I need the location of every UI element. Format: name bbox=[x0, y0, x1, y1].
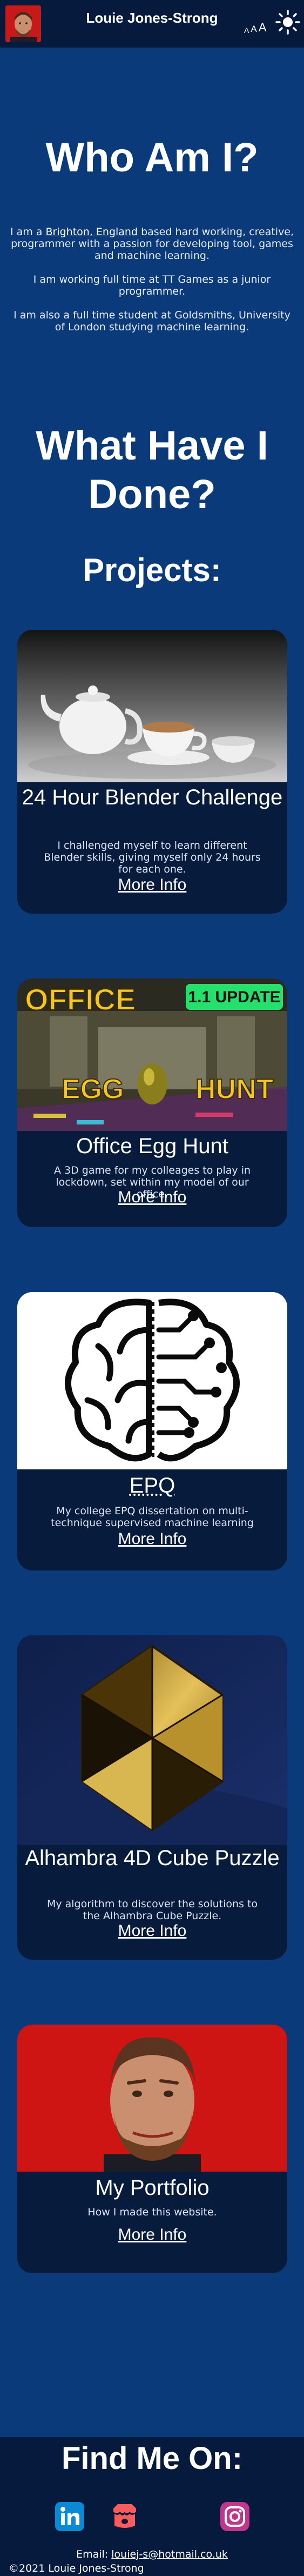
intro-paragraph-3: I am also a full time student at Goldsmi… bbox=[13, 309, 291, 333]
project-card-blender[interactable]: 24 Hour Blender Challenge I challenged m… bbox=[17, 630, 287, 914]
project-title: Alhambra 4D Cube Puzzle bbox=[25, 1846, 280, 1870]
project-description: My college EPQ dissertation on multi-tec… bbox=[51, 1505, 254, 1529]
site-header: Louie Jones-Strong A A A bbox=[0, 0, 304, 48]
copyright-text: ©2021 Louie Jones-Strong bbox=[9, 2562, 144, 2574]
social-links bbox=[0, 2502, 304, 2531]
epq-abbreviation[interactable]: EPQ bbox=[130, 1474, 175, 1497]
font-size-toggle[interactable]: A A A bbox=[244, 21, 266, 35]
location-link[interactable]: Brighton, England bbox=[45, 226, 138, 238]
project-description: I challenged myself to learn different B… bbox=[44, 840, 261, 875]
project-card-epq[interactable]: EPQ My college EPQ dissertation on multi… bbox=[17, 1292, 287, 1570]
email-link[interactable]: louiej-s@hotmail.co.uk bbox=[111, 2548, 228, 2560]
more-info-link[interactable]: More Info bbox=[17, 876, 287, 894]
linkedin-icon[interactable] bbox=[55, 2502, 84, 2531]
font-size-medium[interactable]: A bbox=[251, 24, 256, 35]
intro-paragraph-1: I am a Brighton, England based hard work… bbox=[8, 226, 296, 262]
image-text-egg: EGG bbox=[62, 1074, 124, 1105]
portfolio-portrait-image bbox=[17, 2025, 287, 2172]
instagram-icon[interactable] bbox=[220, 2502, 249, 2531]
what-have-i-done-heading: What Have I Done? bbox=[36, 423, 268, 517]
projects-heading: Projects: bbox=[83, 552, 221, 588]
project-title: EPQ bbox=[17, 1474, 287, 1497]
update-badge: 1.1 UPDATE bbox=[188, 988, 280, 1006]
project-title: 24 Hour Blender Challenge bbox=[22, 786, 283, 809]
image-text-office: OFFICE bbox=[25, 982, 136, 1016]
intro-paragraph-2: I am working full time at TT Games as a … bbox=[33, 274, 271, 297]
contact-email: Email: louiej-s@hotmail.co.uk bbox=[0, 2548, 304, 2560]
project-card-egg-hunt[interactable]: 1.1 UPDATE OFFICE EGG HUNT Office Egg Hu… bbox=[17, 979, 287, 1227]
who-am-i-heading: Who Am I? bbox=[45, 135, 259, 181]
email-label: Email: bbox=[76, 2548, 112, 2560]
project-description: How I made this website. bbox=[87, 2206, 217, 2218]
itch-io-icon[interactable] bbox=[110, 2502, 139, 2531]
alhambra-cube-image bbox=[17, 1635, 287, 1845]
more-info-link[interactable]: More Info bbox=[17, 1188, 287, 1207]
intro-p1-start: I am a bbox=[10, 226, 46, 238]
find-me-heading: Find Me On: bbox=[61, 2441, 243, 2476]
more-info-link[interactable]: More Info bbox=[17, 1922, 287, 1940]
egg-hunt-image: 1.1 UPDATE OFFICE EGG HUNT bbox=[17, 979, 287, 1131]
image-text-hunt: HUNT bbox=[195, 1074, 274, 1105]
blender-teaset-image bbox=[17, 630, 287, 782]
project-title: Office Egg Hunt bbox=[76, 1134, 228, 1158]
more-info-link[interactable]: More Info bbox=[17, 1530, 287, 1548]
project-title: My Portfolio bbox=[95, 2176, 210, 2200]
github-icon[interactable] bbox=[165, 2502, 194, 2531]
project-card-alhambra[interactable]: Alhambra 4D Cube Puzzle My algorithm to … bbox=[17, 1635, 287, 1960]
project-description: My algorithm to discover the solutions t… bbox=[46, 1898, 258, 1922]
intro-text: I am a Brighton, England based hard work… bbox=[0, 226, 304, 345]
sun-icon[interactable] bbox=[275, 10, 300, 35]
project-card-portfolio[interactable]: My Portfolio How I made this website. Mo… bbox=[17, 2025, 287, 2273]
font-size-small[interactable]: A bbox=[244, 26, 249, 35]
brain-circuit-image bbox=[17, 1292, 287, 1469]
font-size-large[interactable]: A bbox=[259, 21, 267, 35]
more-info-link[interactable]: More Info bbox=[17, 2226, 287, 2244]
